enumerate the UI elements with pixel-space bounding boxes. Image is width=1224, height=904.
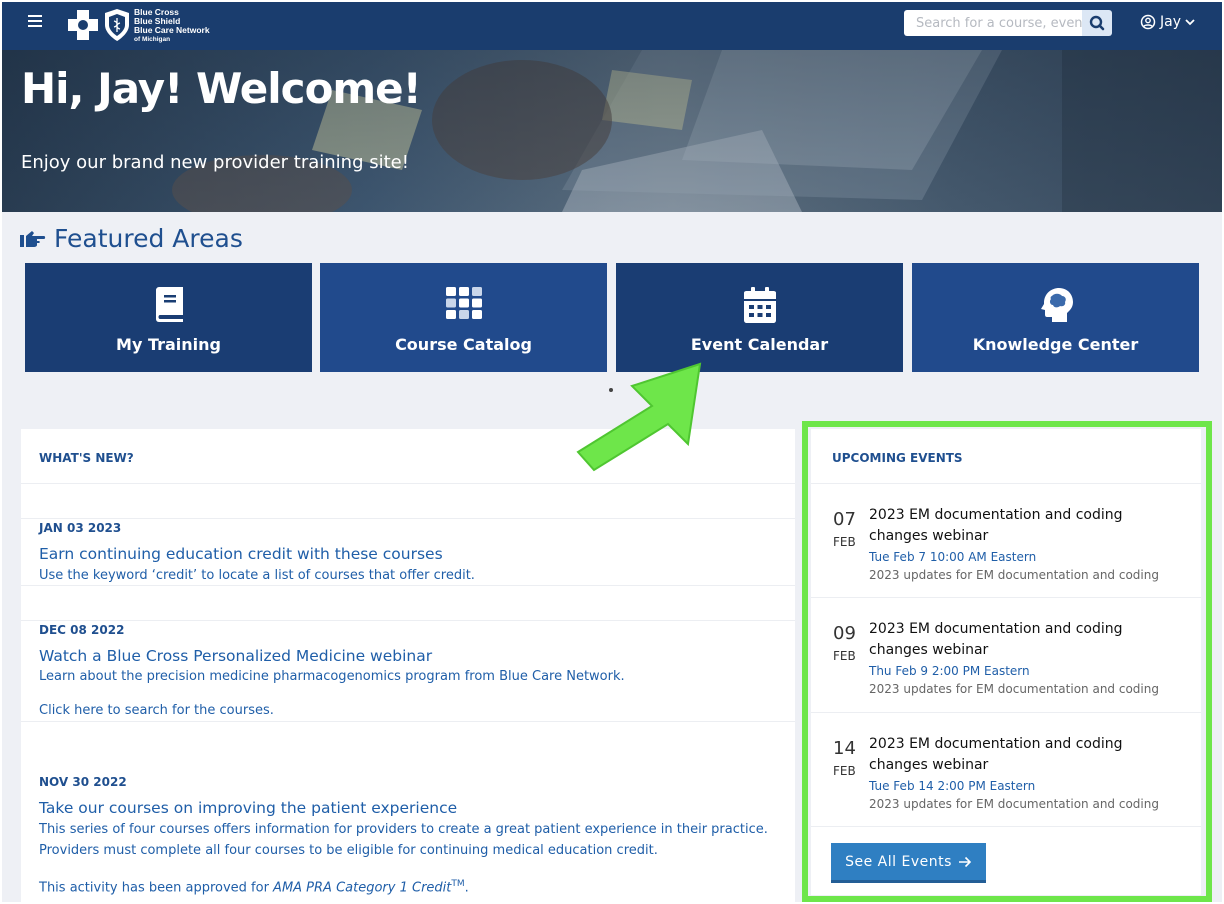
news-date: DEC 08 2022 — [39, 623, 125, 637]
grid-icon — [445, 287, 482, 319]
user-name: Jay — [1160, 14, 1181, 30]
note-suffix: . — [464, 880, 469, 896]
brand-line-3: Blue Care Network — [134, 25, 210, 35]
pointing-hand-icon — [20, 230, 46, 247]
tile-my-training[interactable]: My Training — [25, 263, 312, 372]
news-date: JAN 03 2023 — [39, 521, 122, 535]
search-courses-link[interactable]: Click here to search for the courses. — [39, 700, 274, 721]
accreditation-note: This activity has been approved for AMA … — [39, 874, 469, 898]
annotation-arrow-icon — [576, 362, 702, 472]
user-menu[interactable]: Jay — [1140, 14, 1195, 30]
note-credit: AMA PRA Category 1 Credit — [273, 880, 452, 896]
news-description: Providers must complete all four courses… — [39, 843, 658, 858]
news-description: Learn about the precision medicine pharm… — [39, 669, 625, 684]
note-trademark: TM — [451, 879, 465, 889]
calendar-icon — [743, 287, 776, 323]
blue-cross-logo-icon[interactable] — [66, 8, 100, 42]
tile-label: Event Calendar — [690, 335, 829, 354]
divider — [21, 518, 795, 519]
menu-icon[interactable] — [28, 15, 42, 29]
user-circle-icon — [1140, 14, 1156, 30]
page-frame: Blue Cross Blue Shield Blue Care Network… — [2, 2, 1222, 902]
search-input[interactable] — [904, 10, 1082, 36]
search-icon — [1089, 15, 1105, 31]
hero-banner: Hi, Jay! Welcome! Enjoy our brand new pr… — [2, 50, 1222, 212]
top-navigation-bar: Blue Cross Blue Shield Blue Care Network… — [2, 2, 1222, 50]
news-description: Use the keyword ‘credit’ to locate a lis… — [39, 568, 475, 583]
divider — [21, 585, 795, 586]
chevron-down-icon — [1185, 19, 1195, 26]
news-date: NOV 30 2022 — [39, 775, 127, 789]
brain-head-icon — [1040, 288, 1073, 322]
tile-label: Course Catalog — [395, 335, 532, 354]
tile-course-catalog[interactable]: Course Catalog — [320, 263, 607, 372]
note-prefix: This activity has been approved for — [39, 880, 274, 896]
divider — [21, 721, 795, 722]
featured-areas-title: Featured Areas — [54, 224, 243, 253]
welcome-title: Hi, Jay! Welcome! — [21, 64, 422, 113]
tile-event-calendar[interactable]: Event Calendar — [616, 263, 903, 372]
search-button[interactable] — [1082, 10, 1112, 36]
tile-label: Knowledge Center — [972, 335, 1139, 354]
blue-shield-logo-icon[interactable] — [104, 8, 130, 42]
news-description: This series of four courses offers infor… — [39, 822, 768, 837]
news-title-link[interactable]: Earn continuing education credit with th… — [39, 545, 443, 563]
news-title-link[interactable]: Take our courses on improving the patien… — [39, 799, 457, 817]
whats-new-heading: WHAT'S NEW? — [39, 451, 134, 465]
brand-line-4: of Michigan — [134, 36, 171, 43]
divider — [21, 620, 795, 621]
featured-areas-heading: Featured Areas — [20, 224, 243, 253]
tile-label: My Training — [116, 335, 221, 354]
divider — [21, 483, 795, 484]
whats-new-panel: WHAT'S NEW? JAN 03 2023 Earn continuing … — [21, 429, 795, 902]
tile-knowledge-center[interactable]: Knowledge Center — [912, 263, 1199, 372]
welcome-subtitle: Enjoy our brand new provider training si… — [21, 152, 409, 173]
highlight-box — [802, 421, 1212, 902]
news-title-link[interactable]: Watch a Blue Cross Personalized Medicine… — [39, 647, 432, 665]
book-icon — [155, 287, 183, 322]
brand-name: Blue Cross Blue Shield Blue Care Network… — [134, 8, 210, 44]
